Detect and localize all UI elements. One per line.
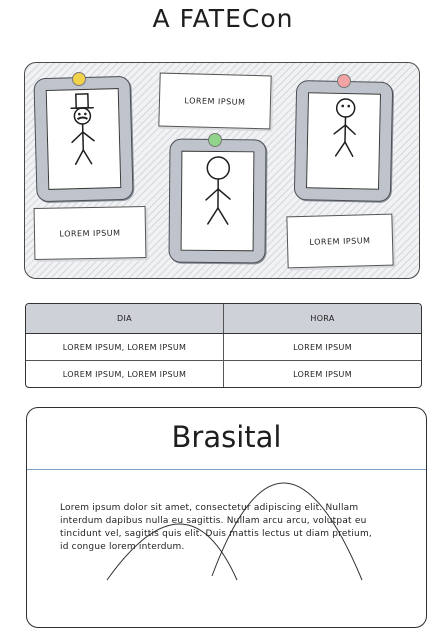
table-header-row: DIA HORA [26, 304, 421, 334]
note-card-bottom-right: LOREM IPSUM [286, 213, 394, 269]
note-card-bottom-left: LOREM IPSUM [33, 206, 147, 260]
note-label: LOREM IPSUM [184, 95, 246, 107]
table-cell-hora: LOREM IPSUM [223, 361, 421, 387]
photo-tophat-figure [45, 88, 122, 190]
note-card-top: LOREM IPSUM [158, 72, 272, 130]
page-title: A FATECon [152, 4, 294, 33]
stickman-icon [205, 156, 231, 225]
pushpin-icon [337, 74, 351, 88]
card-title: Brasital [171, 420, 282, 454]
table-cell-hora: LOREM IPSUM [223, 334, 421, 360]
table-row: LOREM IPSUM, LOREM IPSUM LOREM IPSUM [26, 361, 421, 387]
photo-frame-tophat [33, 75, 134, 203]
pushpin-icon [208, 133, 222, 147]
schedule-table: DIA HORA LOREM IPSUM, LOREM IPSUM LOREM … [25, 303, 422, 388]
stickman-icon [333, 98, 356, 157]
card-body-text: Lorem ipsum dolor sit amet, consectetur … [60, 503, 372, 552]
pushpin-icon [72, 72, 86, 86]
photo-center-figure [180, 150, 255, 252]
photo-frame-center [168, 138, 267, 264]
column-header-dia: DIA [117, 314, 132, 323]
photo-frame-right [293, 79, 394, 203]
table-cell-dia: LOREM IPSUM, LOREM IPSUM [62, 369, 187, 379]
info-card: Brasital Lorem ipsum dolor sit amet, con… [26, 407, 427, 628]
column-header-hora: HORA [223, 304, 421, 333]
note-label: LOREM IPSUM [59, 227, 121, 239]
photo-right-figure [306, 92, 381, 190]
card-divider [27, 469, 426, 470]
photo-board: LOREM IPSUM LOREM IPSUM LOREM IPSUM [24, 62, 420, 279]
table-cell-dia: LOREM IPSUM, LOREM IPSUM [62, 342, 187, 352]
note-label: LOREM IPSUM [309, 235, 371, 247]
tophat-stickman-icon [70, 93, 95, 165]
table-row: LOREM IPSUM, LOREM IPSUM LOREM IPSUM [26, 334, 421, 361]
